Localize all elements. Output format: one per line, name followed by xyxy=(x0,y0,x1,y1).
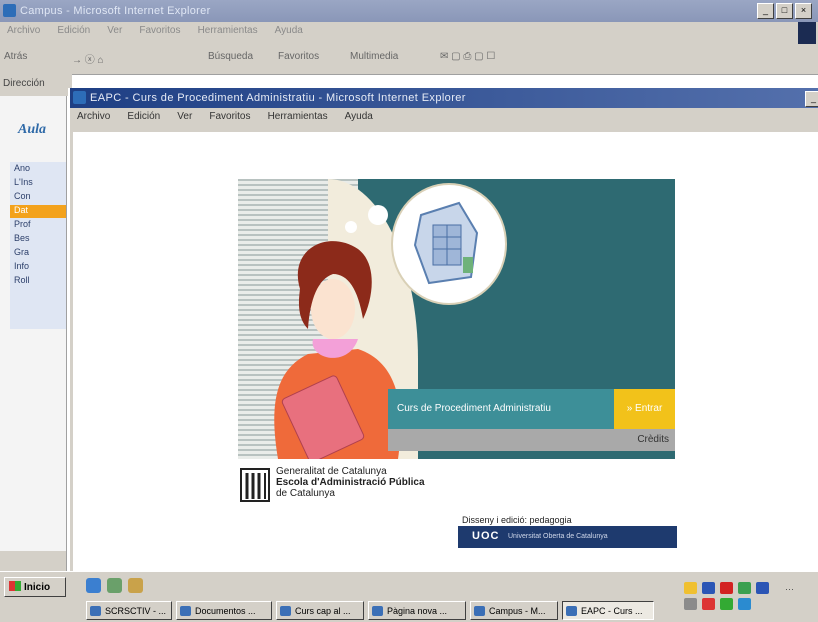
address-bar: Dirección xyxy=(0,74,72,96)
address-label: Dirección xyxy=(3,78,45,89)
generalitat-line2: Escola d'Administració Pública xyxy=(276,477,425,488)
page-content: Curs de Procediment Administratiu » Entr… xyxy=(73,132,818,571)
menu-archivo[interactable]: Archivo xyxy=(0,22,47,39)
menu-ver[interactable]: Ver xyxy=(170,108,199,125)
uoc-subtitle: Universitat Oberta de Catalunya xyxy=(508,533,608,540)
back-button[interactable]: Atrás xyxy=(4,51,27,62)
enter-button[interactable]: » Entrar xyxy=(614,389,675,429)
minimize-button[interactable]: _ xyxy=(757,3,774,19)
popup-titlebar[interactable]: EAPC - Curs de Procediment Administratiu… xyxy=(70,88,818,108)
tray-icon[interactable] xyxy=(702,582,715,594)
popup-menubar: Archivo Edición Ver Favoritos Herramient… xyxy=(70,108,818,128)
sidebar-item-selected[interactable]: Dat xyxy=(10,205,66,218)
maximize-button[interactable]: □ xyxy=(776,3,793,19)
task-button-active[interactable]: EAPC - Curs ... xyxy=(562,601,654,620)
menu-ver[interactable]: Ver xyxy=(100,22,129,39)
menu-herramientas[interactable]: Herramientas xyxy=(261,108,335,125)
menu-favoritos[interactable]: Favoritos xyxy=(132,22,187,39)
course-banner: Curs de Procediment Administratiu » Entr… xyxy=(238,179,675,459)
task-button[interactable]: Pàgina nova ... xyxy=(368,601,466,620)
sidebar-item[interactable]: Info xyxy=(10,261,66,274)
menu-herramientas[interactable]: Herramientas xyxy=(191,22,265,39)
start-button[interactable]: Inicio xyxy=(4,577,66,597)
outer-page-sidebar: Aula Ano L'Ins Con Dat Prof Bes Gra Info… xyxy=(0,96,67,571)
ie-icon xyxy=(73,91,86,104)
uoc-brand: UOC xyxy=(472,530,500,542)
uoc-logo[interactable]: UOC Universitat Oberta de Catalunya xyxy=(458,526,677,548)
course-title: Curs de Procediment Administratiu xyxy=(397,403,551,414)
generalitat-line1: Generalitat de Catalunya xyxy=(276,466,387,477)
credits-link[interactable]: Crèdits xyxy=(637,434,669,445)
menu-favoritos[interactable]: Favoritos xyxy=(202,108,257,125)
design-credit: Disseny i edició: pedagogia xyxy=(462,515,572,525)
tray-icon[interactable] xyxy=(684,582,697,594)
task-button[interactable]: SCRSCTIV - ... xyxy=(86,601,172,620)
outlook-launch-icon[interactable] xyxy=(107,578,122,593)
system-tray xyxy=(682,576,778,616)
start-label: Inicio xyxy=(24,582,51,593)
popup-window-title: EAPC - Curs de Procediment Administratiu… xyxy=(90,92,466,104)
credits-bar: Crèdits xyxy=(388,429,675,451)
menu-edicion[interactable]: Edición xyxy=(120,108,167,125)
task-button[interactable]: Documentos ... xyxy=(176,601,272,620)
sidebar-item[interactable]: Prof xyxy=(10,219,66,232)
popup-minimize-button[interactable]: _ xyxy=(805,91,818,107)
taskbar: Inicio SCRSCTIV - ... Documentos ... Cur… xyxy=(0,571,818,622)
close-button[interactable]: × xyxy=(795,3,812,19)
tray-icon[interactable] xyxy=(756,582,769,594)
tray-icon[interactable] xyxy=(702,598,715,610)
sidebar-item[interactable]: Gra xyxy=(10,247,66,260)
ie-throbber-icon xyxy=(798,22,816,44)
sidebar-menu: Ano L'Ins Con Dat Prof Bes Gra Info Roll xyxy=(10,162,66,329)
tray-icon[interactable] xyxy=(720,598,733,610)
sidebar-item[interactable]: Con xyxy=(10,191,66,204)
generalitat-line3: de Catalunya xyxy=(276,488,335,499)
menu-edicion[interactable]: Edición xyxy=(50,22,97,39)
desktop-launch-icon[interactable] xyxy=(128,578,143,593)
aula-logo: Aula xyxy=(18,122,47,137)
popup-window: EAPC - Curs de Procediment Administratiu… xyxy=(68,88,818,571)
menu-ayuda[interactable]: Ayuda xyxy=(338,108,380,125)
menu-ayuda[interactable]: Ayuda xyxy=(268,22,310,39)
outer-window-titlebar[interactable]: Campus - Microsoft Internet Explorer _ □… xyxy=(0,0,818,22)
tray-icon[interactable] xyxy=(738,598,751,610)
task-buttons: SCRSCTIV - ... Documentos ... Curs cap a… xyxy=(86,601,654,620)
generalitat-text: Generalitat de Catalunya Escola d'Admini… xyxy=(276,466,425,499)
sidebar-item[interactable]: Roll xyxy=(10,275,66,288)
sidebar-item[interactable]: L'Ins xyxy=(10,177,66,190)
ie-launch-icon[interactable] xyxy=(86,578,101,593)
menu-archivo[interactable]: Archivo xyxy=(70,108,117,125)
multimedia-button[interactable]: Multimedia xyxy=(350,51,398,62)
favorites-button[interactable]: Favoritos xyxy=(278,51,319,62)
search-button[interactable]: Búsqueda xyxy=(208,51,253,62)
generalitat-logo-icon xyxy=(240,468,270,502)
sidebar-item[interactable]: Ano xyxy=(10,163,66,176)
nav-arrows-icon[interactable]: → ⓧ ⌂ xyxy=(72,51,104,66)
clock: ··· xyxy=(785,584,794,594)
tray-icon[interactable] xyxy=(684,598,697,610)
sidebar-item[interactable]: Bes xyxy=(10,233,66,246)
task-button[interactable]: Curs cap al ... xyxy=(276,601,364,620)
tray-icon[interactable] xyxy=(720,582,733,594)
outer-menubar: Archivo Edición Ver Favoritos Herramient… xyxy=(0,22,818,42)
tray-icon[interactable] xyxy=(738,582,751,594)
toolbar-icons[interactable]: ✉ ▢ ⎙ ▢ ☐ xyxy=(440,51,495,62)
windows-logo-icon xyxy=(9,581,21,591)
outer-toolbar: Atrás → ⓧ ⌂ Búsqueda Favoritos Multimedi… xyxy=(0,22,818,75)
outer-window-title: Campus - Microsoft Internet Explorer xyxy=(20,5,211,17)
ie-icon xyxy=(3,4,16,17)
outer-statusbar xyxy=(0,551,66,571)
task-button[interactable]: Campus - M... xyxy=(470,601,558,620)
quick-launch xyxy=(86,578,143,593)
